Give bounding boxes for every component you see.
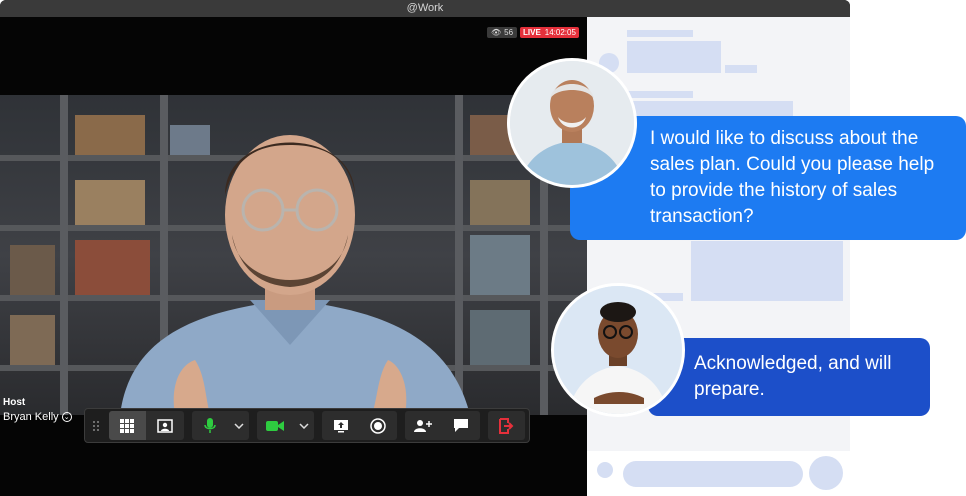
chat-bubble-reply: Acknowledged, and will prepare. — [648, 338, 930, 416]
chevron-down-icon: ⌄ — [61, 412, 72, 422]
grid-icon — [120, 418, 135, 433]
share-screen-button[interactable] — [321, 411, 360, 440]
live-badge: LIVE 14:02:05 — [520, 27, 579, 38]
grid-view-button[interactable] — [108, 411, 147, 440]
meeting-toolbar — [84, 408, 530, 443]
video-camera-icon — [266, 420, 285, 431]
viewer-count-badge: 👁 56 — [487, 27, 518, 38]
record-icon — [370, 417, 386, 434]
sender-avatar — [507, 58, 637, 188]
attach-placeholder[interactable] — [597, 462, 613, 478]
speaker-view-button[interactable] — [146, 411, 184, 440]
add-participant-button[interactable] — [404, 411, 443, 440]
exit-icon — [499, 417, 514, 434]
record-button[interactable] — [359, 411, 397, 440]
responder-avatar — [551, 283, 685, 417]
video-feed: 👁 56 LIVE 14:02:05 Host Bryan Kelly ⌄ — [0, 17, 587, 496]
message-input-bar — [587, 451, 850, 496]
chevron-down-icon — [234, 422, 244, 429]
host-name-dropdown[interactable]: Bryan Kelly ⌄ — [3, 411, 72, 423]
host-video-person — [120, 135, 470, 415]
microphone-icon — [204, 417, 217, 433]
app-mockup: @Work 👁 56 LIVE 14:02:05 Host Bryan Kell… — [0, 0, 966, 496]
host-role-label: Host — [3, 397, 26, 408]
video-background — [0, 95, 587, 415]
window-title: @Work — [0, 0, 850, 17]
chevron-down-icon — [299, 422, 309, 429]
mic-button[interactable] — [191, 411, 230, 440]
chat-message-text: Acknowledged, and will prepare. — [694, 353, 892, 400]
add-user-icon — [414, 419, 433, 432]
leave-button[interactable] — [487, 411, 525, 440]
share-screen-icon — [333, 419, 348, 432]
chat-icon — [453, 419, 468, 432]
mic-options-button[interactable] — [229, 411, 249, 440]
drag-handle-icon[interactable] — [89, 419, 103, 433]
meeting-window: @Work 👁 56 LIVE 14:02:05 Host Bryan Kell… — [0, 0, 850, 496]
message-input[interactable] — [623, 461, 803, 487]
chat-button[interactable] — [442, 411, 480, 440]
camera-button[interactable] — [256, 411, 295, 440]
chat-message-text: I would like to discuss about the sales … — [650, 128, 935, 227]
camera-options-button[interactable] — [294, 411, 314, 440]
person-frame-icon — [157, 418, 173, 433]
send-placeholder[interactable] — [809, 456, 843, 490]
eye-icon: 👁 — [491, 28, 502, 37]
